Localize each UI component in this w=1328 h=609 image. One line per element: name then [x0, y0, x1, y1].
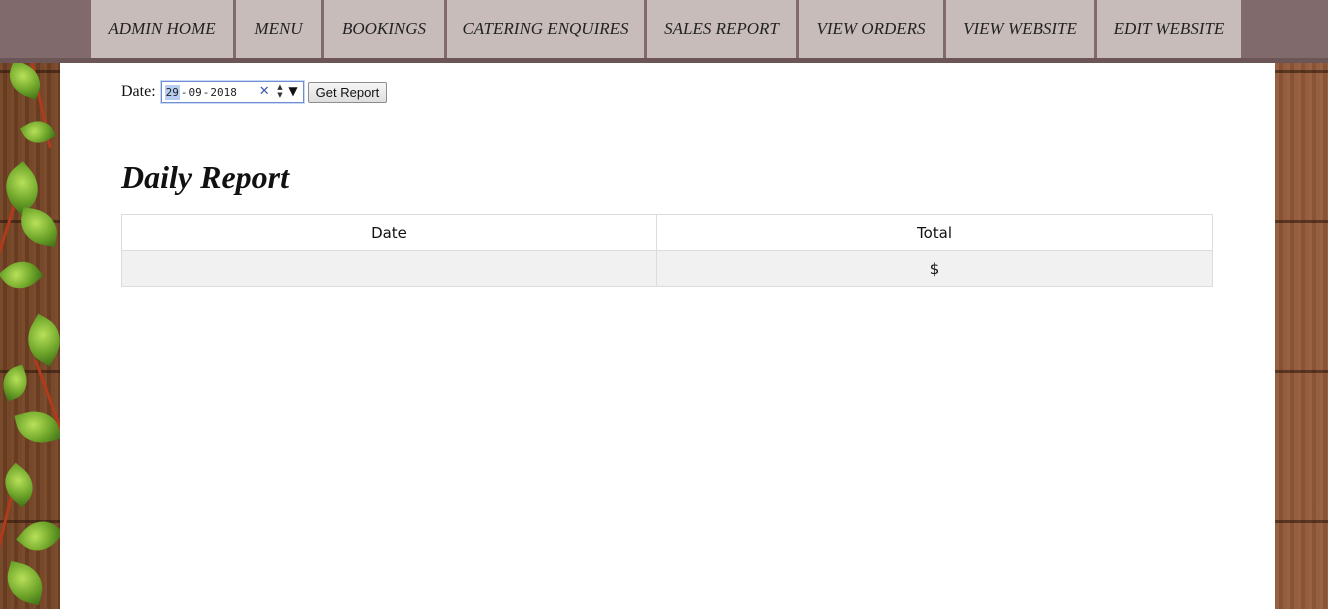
date-separator: -	[202, 85, 210, 99]
nav-menu: ADMIN HOME MENU BOOKINGS CATERING ENQUIR…	[91, 0, 1241, 58]
spinner-icon[interactable]: ▲ ▼	[277, 83, 282, 99]
spin-up-icon[interactable]: ▲	[277, 83, 282, 91]
report-table: Date Total $	[121, 214, 1213, 287]
get-report-button[interactable]: Get Report	[307, 81, 388, 103]
close-icon[interactable]: ✕	[259, 85, 270, 99]
nav-catering-enquires[interactable]: CATERING ENQUIRES	[447, 0, 644, 58]
nav-view-orders[interactable]: VIEW ORDERS	[799, 0, 943, 58]
date-separator: -	[180, 85, 188, 99]
column-header-total: Total	[656, 214, 1213, 251]
nav-menu-item[interactable]: MENU	[236, 0, 321, 58]
date-label: Date:	[121, 83, 156, 100]
ivy-decoration	[0, 60, 60, 609]
nav-view-website[interactable]: VIEW WEBSITE	[946, 0, 1094, 58]
column-header-date: Date	[121, 214, 657, 251]
table-row: $	[121, 250, 1213, 287]
table-header-row: Date Total	[121, 214, 1213, 251]
nav-sales-report[interactable]: SALES REPORT	[647, 0, 796, 58]
date-year-segment[interactable]: 2018	[210, 86, 237, 99]
date-input[interactable]: 29 - 09 - 2018 ✕ ▲ ▼ ▼	[160, 81, 304, 103]
nav-bookings[interactable]: BOOKINGS	[324, 0, 444, 58]
spin-down-icon[interactable]: ▼	[277, 91, 282, 99]
page-title: Daily Report	[121, 159, 289, 195]
nav-edit-website[interactable]: EDIT WEBSITE	[1097, 0, 1241, 58]
cell-date	[121, 250, 657, 287]
nav-admin-home[interactable]: ADMIN HOME	[91, 0, 233, 58]
report-filter: Date: 29 - 09 - 2018 ✕ ▲ ▼ ▼ Get Report	[121, 81, 388, 103]
main-content: Date: 29 - 09 - 2018 ✕ ▲ ▼ ▼ Get Report …	[60, 63, 1275, 609]
date-month-segment[interactable]: 09	[189, 86, 202, 99]
cell-total: $	[656, 250, 1213, 287]
top-nav-bar: ADMIN HOME MENU BOOKINGS CATERING ENQUIR…	[0, 0, 1328, 58]
chevron-down-icon[interactable]: ▼	[288, 84, 297, 98]
date-day-segment[interactable]: 29	[164, 84, 180, 100]
